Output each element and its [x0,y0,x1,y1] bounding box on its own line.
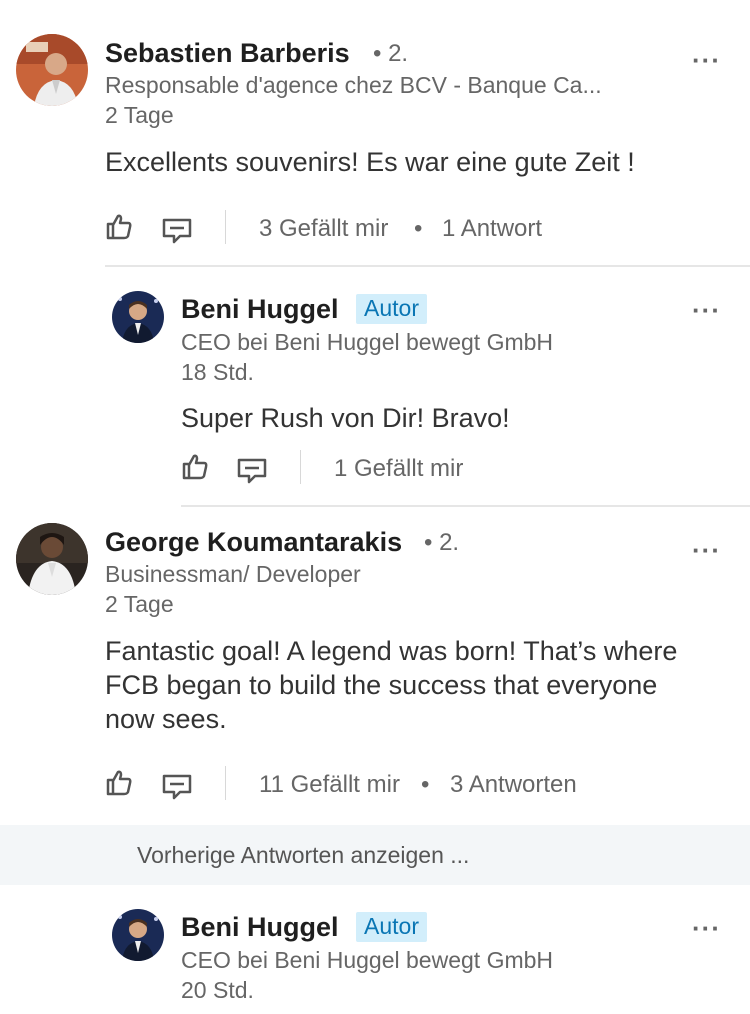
likes-count[interactable]: 11 Gefällt mir [259,771,400,799]
replies-count[interactable]: 3 Antworten [450,771,577,799]
reply-button[interactable] [162,774,192,800]
more-icon: ··· [692,45,721,75]
comment-icon [162,218,192,244]
like-icon [105,212,133,240]
connection-degree: • 2. [424,529,460,556]
replies-count[interactable]: 1 Antwort [442,215,542,243]
load-previous-replies-label: Vorherige Antworten anzeigen ... [137,842,470,868]
commenter-name[interactable]: George Koumantarakis [105,527,402,558]
action-divider [225,766,226,800]
more-options-button[interactable]: ··· [692,913,721,944]
avatar[interactable] [16,34,88,106]
likes-count[interactable]: 1 Gefällt mir [334,455,463,483]
like-icon [105,768,133,796]
like-button[interactable] [105,768,133,796]
comment-text: Fantastic goal! A legend was born! That’… [105,636,678,734]
comment-icon [162,774,192,800]
action-divider [225,210,226,244]
comment-icon [237,458,267,484]
connection-degree: • 2. [373,40,409,67]
dot-separator: • [414,215,423,242]
like-button[interactable] [105,212,133,240]
reply-author-name[interactable]: Beni Huggel [181,912,339,943]
commenter-headline: Responsable d'agence chez BCV - Banque C… [105,72,602,98]
author-badge: Autor [356,912,427,942]
dot-separator: • [421,771,430,798]
more-options-button[interactable]: ··· [692,535,721,566]
commenter-name[interactable]: Sebastien Barberis [105,38,350,69]
reply-author-headline: CEO bei Beni Huggel bewegt GmbH [181,947,554,973]
reply-button[interactable] [162,218,192,244]
more-options-button[interactable]: ··· [692,45,721,76]
reply-author-name[interactable]: Beni Huggel [181,294,339,325]
more-icon: ··· [692,535,721,565]
like-button[interactable] [181,452,209,480]
reply-timestamp: 20 Std. [181,977,254,1003]
author-badge: Autor [356,294,427,324]
reply-timestamp: 18 Std. [181,359,254,385]
comment-divider [181,505,750,507]
comment-timestamp: 2 Tage [105,591,174,617]
more-options-button[interactable]: ··· [692,295,721,326]
avatar[interactable] [112,909,164,961]
avatar[interactable] [16,523,88,595]
reply-text: Super Rush von Dir! Bravo! [181,403,510,433]
more-icon: ··· [692,295,721,325]
action-divider [300,450,301,484]
commenter-headline: Businessman/ Developer [105,561,361,587]
reply-divider [105,265,750,267]
reply-author-headline: CEO bei Beni Huggel bewegt GmbH [181,329,554,355]
load-previous-replies[interactable]: Vorherige Antworten anzeigen ... [0,825,750,885]
comment-text: Excellents souvenirs! Es war eine gute Z… [105,147,635,177]
likes-count[interactable]: 3 Gefällt mir [259,215,388,243]
more-icon: ··· [692,913,721,943]
like-icon [181,452,209,480]
comment-timestamp: 2 Tage [105,102,174,128]
reply-button[interactable] [237,458,267,484]
avatar[interactable] [112,291,164,343]
